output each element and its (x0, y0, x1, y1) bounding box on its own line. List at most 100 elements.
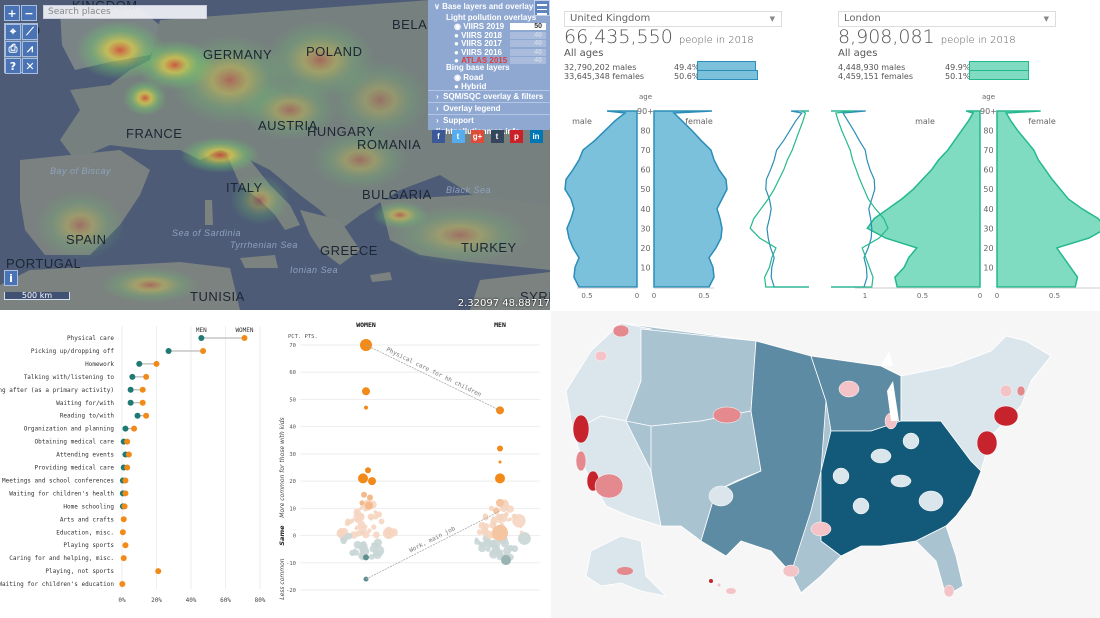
opacity-slider[interactable]: 40 (510, 57, 546, 64)
metro-area (838, 380, 860, 398)
linkedin-icon[interactable]: in (529, 130, 543, 143)
section-support[interactable]: › Support lightpollutionmap.info (428, 114, 550, 136)
activity-bubble (345, 532, 353, 540)
activity-bubble (350, 518, 355, 523)
menu-icon[interactable] (534, 0, 550, 16)
annotation-label: Work, main job (408, 525, 457, 554)
age-tick-label: 50 (640, 185, 650, 194)
category-label: Waiting for children's education (0, 581, 114, 588)
male-label: male (915, 117, 935, 126)
y-tick-label: 60 (289, 370, 296, 376)
age-tick-label: 40 (983, 205, 993, 214)
print-icon[interactable]: ⎙ (5, 41, 21, 57)
men-dot (165, 347, 172, 354)
twitter-icon[interactable]: t (451, 130, 465, 143)
x-tick-label: 20% (151, 597, 162, 604)
chart-icon[interactable]: ⩘ (22, 41, 38, 57)
women-dot (121, 503, 128, 510)
tools-icon[interactable]: ✕ (22, 58, 38, 74)
age-tick-label: 10 (640, 263, 650, 272)
hawaii-island (709, 579, 713, 583)
y-tick-label: 10 (289, 506, 296, 512)
male-area (866, 110, 981, 288)
category-label: Providing medical care (35, 465, 115, 472)
y-axis-unit: PCT. PTS. (288, 334, 318, 340)
metro-area (712, 406, 742, 424)
x-tick-label: 40% (186, 597, 197, 604)
metro-area (890, 474, 912, 488)
section-base-layers[interactable]: ∨ Base layers and overlays (434, 2, 538, 11)
activity-bubble (519, 524, 523, 528)
age-axis-label: age (639, 93, 652, 101)
info-button[interactable]: i (4, 270, 18, 286)
y-axis-label: More common for those with kids (279, 417, 286, 517)
category-label: Waiting for children's health (9, 490, 114, 497)
age-tick-label: 60 (640, 166, 650, 175)
bing-layer-option[interactable]: ◉ Road (454, 73, 483, 82)
comparison-line (765, 110, 809, 288)
map-country-label: GREECE (320, 243, 378, 258)
x-tick-label: 60% (220, 597, 231, 604)
us-choropleth-map[interactable] (551, 311, 1100, 618)
highlighted-bubble-women (358, 473, 368, 484)
category-label: Education, misc. (56, 529, 114, 536)
metro-area (572, 414, 590, 444)
metro-area (612, 324, 630, 338)
section-sqm[interactable]: › SQM/SQC overlay & filters (428, 90, 550, 101)
age-tick-label: 10 (983, 263, 993, 272)
map-country-label: TUNISIA (190, 289, 245, 304)
activity-bubble (497, 513, 505, 520)
category-label: Waiting for/with (56, 400, 114, 407)
zoom-in-button[interactable]: + (4, 5, 20, 21)
activity-bubble (362, 531, 370, 539)
male-label: male (572, 117, 592, 126)
highlighted-bubble-men (495, 473, 505, 484)
measure-icon[interactable]: ⟋ (22, 24, 38, 40)
metro-area (832, 467, 850, 485)
section-overlay-legend[interactable]: › Overlay legend (428, 102, 550, 113)
female-label: female (685, 117, 713, 126)
women-dot (120, 555, 127, 562)
pyramid-group: age 10 20 30 40 50 60 70 80 90+ male female 0 0 0.5 0.5… (855, 93, 1100, 300)
opacity-slider[interactable]: 40 (510, 48, 546, 56)
opacity-slider[interactable]: 40 (510, 40, 546, 47)
google-plus-icon[interactable]: g+ (471, 130, 484, 143)
us-choropleth-panel (551, 311, 1100, 618)
search-input[interactable]: Search places (43, 5, 207, 19)
highlighted-bubble-women (361, 491, 367, 498)
metro-area (810, 521, 832, 537)
comparison-line (749, 110, 809, 288)
category-label: Physical care (67, 335, 114, 342)
zoom-out-button[interactable]: − (21, 5, 37, 21)
coordinates-readout: 2.32097 48.88717 (457, 298, 550, 309)
y-tick-label: 20 (289, 479, 296, 485)
opacity-slider[interactable]: 50 (510, 23, 546, 30)
map-country-label: FRANCE (126, 126, 183, 141)
activity-bubble (512, 514, 526, 528)
highlighted-bubble-men (496, 406, 504, 415)
age-tick-label: 30 (640, 224, 650, 233)
category-label: Caring for and helping, misc. (9, 555, 114, 562)
pinterest-icon[interactable]: p (510, 130, 523, 143)
facebook-icon[interactable]: f (432, 130, 445, 143)
female-area (653, 110, 728, 288)
age-tick-label: 60 (983, 166, 993, 175)
x-tick-label: 0.5 (1049, 292, 1060, 300)
map-country-label: SPAIN (66, 232, 107, 247)
category-label: Talking with/listening to (24, 374, 115, 381)
map-sea-label: Sea of Sardinia (172, 228, 242, 238)
activity-bubble (491, 516, 495, 520)
locate-icon[interactable]: ⌖ (5, 24, 21, 40)
women-dot (139, 399, 146, 406)
women-dot (143, 412, 150, 419)
tumblr-icon[interactable]: t (490, 130, 504, 143)
activity-bubble (336, 529, 346, 538)
age-axis-label: age (982, 93, 995, 101)
highlighted-bubble-men (501, 555, 511, 566)
light-pollution-map[interactable]: KINGDOMLANDGERMANYPOLANDBELARFRANCEAUSTR… (0, 0, 550, 310)
opacity-slider[interactable]: 40 (510, 31, 546, 39)
radio-icon[interactable]: ◉ (454, 73, 461, 82)
y-tick-label: -20 (286, 588, 296, 594)
map-sea-label: Tyrrhenian Sea (230, 240, 298, 250)
help-icon[interactable]: ? (5, 58, 21, 74)
